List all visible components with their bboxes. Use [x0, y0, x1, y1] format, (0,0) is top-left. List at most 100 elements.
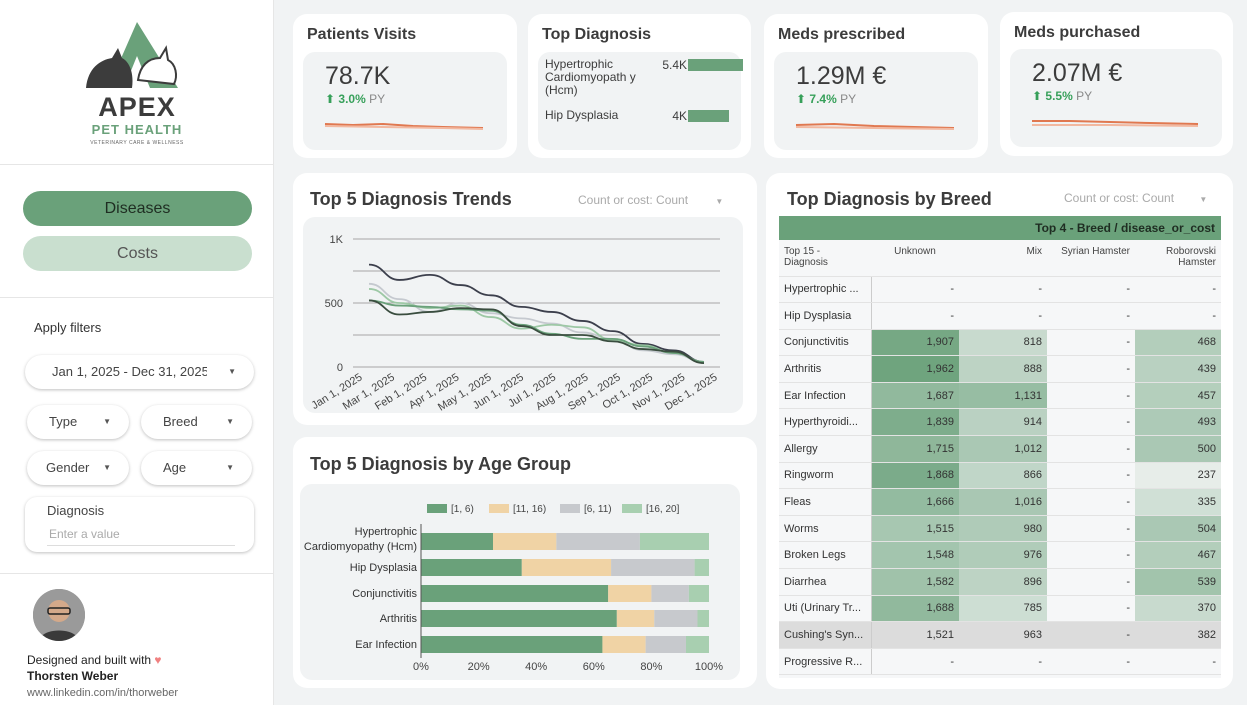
- bar-segment: [697, 610, 709, 627]
- table-cell: 237: [1135, 462, 1221, 490]
- column-header[interactable]: Roborovski Hamster: [1135, 240, 1221, 277]
- table-cell: -: [959, 648, 1047, 676]
- bar-segment: [645, 636, 686, 653]
- x-tick-label: 80%: [640, 661, 662, 673]
- age-filter-label: Age: [163, 460, 187, 475]
- table-cell: -: [1047, 382, 1135, 410]
- table-cell: 382: [1135, 621, 1221, 649]
- costs-tab-button[interactable]: Costs: [23, 236, 252, 271]
- column-header[interactable]: Syrian Hamster: [1047, 240, 1135, 277]
- table-row[interactable]: Fleas 1,666 1,016-335: [779, 488, 1221, 516]
- table-cell: 1,687: [871, 382, 959, 410]
- table-cell: -: [1135, 276, 1221, 304]
- table-cell: -: [1047, 355, 1135, 383]
- person-icon: [33, 589, 85, 641]
- table-cell: -: [1047, 595, 1135, 623]
- table-row[interactable]: Broken Legs 1,548 976-467: [779, 541, 1221, 570]
- diagnosis-filter[interactable]: Diagnosis Enter a value: [25, 497, 254, 552]
- table-cell: 1,715: [871, 435, 959, 463]
- date-range-picker[interactable]: Jan 1, 2025 - Dec 31, 2025 ▼: [25, 355, 254, 389]
- table-row[interactable]: Uti (Urinary Tr... 1,688 785-370: [779, 595, 1221, 623]
- table-cell: -: [1135, 302, 1221, 330]
- delta-suffix: PY: [369, 92, 386, 106]
- pivot-table: Top 15 - Diagnosis Unknown Mix Syrian Hamst…: [779, 240, 1221, 678]
- gender-filter[interactable]: Gender ▼: [27, 451, 129, 485]
- age-filter[interactable]: Age ▼: [141, 451, 252, 485]
- category-label: Cardiomyopathy (Hcm): [304, 541, 417, 553]
- table-row[interactable]: Hyperthyroidi... 1,839 914-493: [779, 408, 1221, 437]
- diseases-tab-button[interactable]: Diseases: [23, 191, 252, 226]
- row-label: Diarrhea: [779, 568, 872, 596]
- delta-suffix: PY: [1076, 89, 1093, 103]
- bar-segment: [421, 559, 522, 576]
- kpi-title: Meds prescribed: [778, 26, 906, 43]
- table-cell: 1,688: [871, 595, 959, 623]
- table-title: Top Diagnosis by Breed: [787, 189, 992, 209]
- kpi-delta: ⬆ 7.4% PY: [796, 92, 857, 106]
- count-or-cost-control[interactable]: Count or cost: Count ▼: [1064, 191, 1207, 205]
- count-or-cost-control[interactable]: Count or cost: Count ▼: [578, 193, 723, 207]
- linkedin-link[interactable]: www.linkedin.com/in/thorweber: [27, 687, 178, 699]
- legend-label: [6, 11): [584, 504, 612, 515]
- table-row[interactable]: Ringworm 1,868 866-237: [779, 462, 1221, 490]
- kpi-value: 1.29M €: [796, 62, 887, 90]
- category-label: Arthritis: [380, 613, 418, 625]
- breed-filter[interactable]: Breed ▼: [141, 405, 252, 439]
- table-cell: 818: [959, 329, 1047, 357]
- pivot-banner: Top 4 - Breed / disease_or_cost: [779, 216, 1221, 240]
- type-filter[interactable]: Type ▼: [27, 405, 129, 439]
- table-row[interactable]: Cushing's Syn... 1,521 963-382: [779, 621, 1221, 649]
- kpi-body: 78.7K ⬆ 3.0% PY: [303, 52, 507, 150]
- table-row[interactable]: Hip Dysplasia - - - -: [779, 302, 1221, 330]
- table-cell: -: [959, 302, 1047, 330]
- table-cell: -: [1047, 276, 1135, 304]
- column-header[interactable]: Unknown: [871, 240, 959, 277]
- y-tick-label: 0: [337, 362, 343, 374]
- table-cell: 467: [1135, 541, 1221, 570]
- table-header-row: Top 15 - Diagnosis Unknown Mix Syrian Hamst…: [779, 240, 1221, 277]
- legend-swatch: [560, 504, 580, 513]
- kpi-title: Top Diagnosis: [542, 26, 652, 43]
- table-cell: 1,548: [871, 541, 959, 570]
- column-header[interactable]: Mix: [959, 240, 1047, 277]
- chevron-down-icon: ▼: [226, 463, 234, 472]
- row-label: Uti (Urinary Tr...: [779, 595, 872, 623]
- bar-segment: [611, 559, 695, 576]
- table-row[interactable]: Hypertrophic ... - - - -: [779, 276, 1221, 304]
- type-filter-label: Type: [49, 414, 78, 429]
- table-row[interactable]: Conjunctivitis 1,907 818-468: [779, 329, 1221, 357]
- date-range-value: Jan 1, 2025 - Dec 31, 2025: [52, 364, 207, 379]
- diagnosis-value: 5.4K: [662, 58, 687, 72]
- table-cell: 1,868: [871, 462, 959, 490]
- filters-label: Apply filters: [34, 320, 102, 335]
- table-row[interactable]: Progressive R... - - - -: [779, 648, 1221, 676]
- patients-visits-card: Patients Visits 78.7K ⬆ 3.0% PY: [293, 14, 517, 158]
- table-cell: -: [1047, 302, 1135, 330]
- table-row[interactable]: Allergy 1,715 1,012-500: [779, 435, 1221, 463]
- table-cell: 785: [959, 595, 1047, 623]
- table-row[interactable]: Ear Infection 1,687 1,131-457: [779, 382, 1221, 410]
- row-label: Arthritis: [779, 355, 872, 383]
- diagnosis-input[interactable]: Enter a value: [49, 527, 120, 541]
- legend-swatch: [622, 504, 642, 513]
- row-label: Conjunctivitis: [779, 329, 872, 357]
- kpi-delta: ⬆ 5.5% PY: [1032, 89, 1093, 103]
- control-label: Count or cost:: [1064, 191, 1139, 205]
- table-cell: 1,907: [871, 329, 959, 357]
- table-row[interactable]: Worms 1,515 980-504: [779, 515, 1221, 543]
- row-label: Hypertrophic ...: [779, 276, 872, 304]
- sparkline: [1032, 120, 1199, 127]
- bar-segment: [688, 585, 709, 602]
- kpi-title: Meds purchased: [1014, 24, 1141, 41]
- bar-segment: [421, 585, 609, 602]
- table-cell: 504: [1135, 515, 1221, 543]
- bar-segment: [654, 610, 698, 627]
- table-row[interactable]: Arthritis 1,962 888-439: [779, 355, 1221, 383]
- table-cell: -: [871, 276, 959, 304]
- table-cell: -: [1135, 648, 1221, 676]
- row-label: Cushing's Syn...: [779, 621, 872, 649]
- age-group-card: Top 5 Diagnosis by Age Group [1, 6) [11, …: [293, 437, 757, 688]
- meds-prescribed-card: Meds prescribed 1.29M € ⬆ 7.4% PY: [764, 14, 988, 158]
- table-row[interactable]: Diarrhea 1,582 896-539: [779, 568, 1221, 596]
- column-header[interactable]: Top 15 - Diagnosis: [779, 240, 871, 277]
